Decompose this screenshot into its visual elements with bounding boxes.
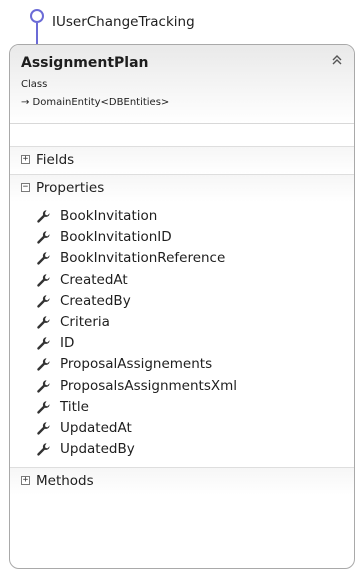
wrench-icon [36, 442, 51, 457]
class-name[interactable]: AssignmentPlan [21, 55, 149, 71]
interface-name[interactable]: IUserChangeTracking [52, 14, 195, 30]
class-header: AssignmentPlan Class → DomainEntity<DBEn… [10, 45, 354, 124]
section-properties[interactable]: − Properties [10, 174, 354, 202]
property-name: BookInvitationReference [60, 250, 226, 267]
wrench-icon [36, 357, 51, 372]
property-item[interactable]: ProposalsAssignmentsXml [10, 376, 354, 397]
section-fields[interactable]: + Fields [10, 146, 354, 174]
wrench-icon [36, 230, 51, 245]
property-item[interactable]: CreatedBy [10, 291, 354, 312]
property-item[interactable]: UpdatedAt [10, 418, 354, 439]
wrench-icon [36, 379, 51, 394]
property-name: CreatedAt [60, 271, 128, 288]
property-item[interactable]: Title [10, 397, 354, 418]
wrench-icon [36, 251, 51, 266]
wrench-icon [36, 209, 51, 224]
property-item[interactable]: UpdatedBy [10, 439, 354, 460]
property-item[interactable]: Criteria [10, 312, 354, 333]
property-name: ProposalAssignements [60, 356, 213, 373]
base-class: → DomainEntity<DBEntities> [21, 97, 170, 108]
property-item[interactable]: BookInvitation [10, 206, 354, 227]
class-shape[interactable]: AssignmentPlan Class → DomainEntity<DBEn… [9, 44, 355, 569]
section-label: Properties [36, 180, 105, 196]
property-name: UpdatedAt [60, 419, 132, 436]
wrench-icon [36, 294, 51, 309]
wrench-icon [36, 315, 51, 330]
property-item[interactable]: BookInvitationID [10, 227, 354, 248]
expand-icon[interactable]: + [21, 476, 30, 486]
wrench-icon [36, 421, 51, 436]
property-name: UpdatedBy [60, 441, 135, 458]
expand-icon[interactable]: + [21, 155, 30, 164]
wrench-icon [36, 336, 51, 351]
property-name: Title [60, 398, 89, 415]
property-name: BookInvitation [60, 208, 158, 224]
collapse-icon[interactable]: − [21, 183, 30, 192]
interface-lollipop-icon [30, 9, 44, 47]
wrench-icon [36, 273, 51, 288]
property-item[interactable]: ProposalAssignements [10, 354, 354, 375]
header-spacer [10, 124, 354, 146]
property-item[interactable]: CreatedAt [10, 270, 354, 291]
section-methods[interactable]: + Methods [10, 467, 354, 496]
property-name: Criteria [60, 313, 110, 330]
section-label: Fields [36, 152, 75, 168]
property-name: BookInvitationID [60, 229, 172, 246]
property-name: ProposalsAssignmentsXml [60, 377, 238, 394]
interface-ring [30, 9, 44, 23]
property-item[interactable]: BookInvitationReference [10, 248, 354, 269]
class-stereotype: Class [21, 79, 48, 90]
section-label: Methods [36, 473, 94, 490]
wrench-icon [36, 400, 51, 415]
property-name: CreatedBy [60, 292, 131, 309]
property-name: ID [60, 335, 75, 352]
properties-list: BookInvitation BookInvitationID BookInvita… [10, 202, 354, 467]
collapse-chevron-icon[interactable] [330, 54, 344, 68]
property-item[interactable]: ID [10, 333, 354, 354]
